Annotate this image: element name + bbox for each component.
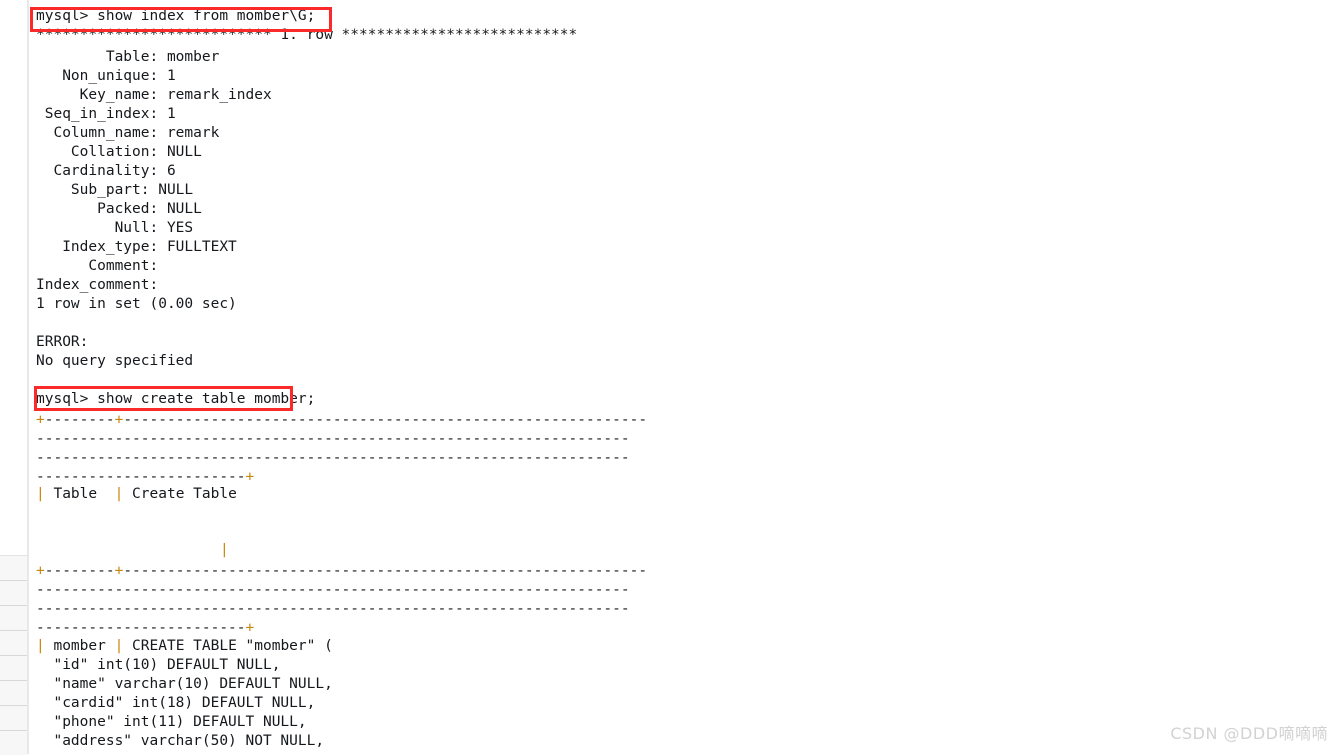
table-border-plus: +: [36, 563, 45, 579]
table-border-pipe: |: [36, 486, 45, 502]
field-column-name: Column_name: remark: [36, 125, 220, 141]
field-collation: Collation: NULL: [36, 144, 202, 160]
error-text: No query specified: [36, 353, 194, 369]
table-border-pipe: |: [114, 486, 124, 502]
field-index-type: Index_type: FULLTEXT: [36, 239, 237, 255]
table-border-pipe: |: [36, 638, 45, 654]
create-table-line-5: "address" varchar(50) NOT NULL,: [36, 733, 325, 749]
table-separator-top-segment-1: +--------+------------------------------…: [36, 412, 648, 428]
command-line-show-index[interactable]: mysql> show index from momber\G;: [36, 7, 315, 26]
command-line-show-create-table[interactable]: mysql> show create table momber;: [36, 390, 315, 409]
table-separator-bottom-segment-4: ------------------------+: [36, 620, 255, 636]
table-border-plus: +: [114, 412, 124, 428]
field-comment: Comment:: [36, 258, 159, 274]
csdn-watermark: CSDN @DDD嘀嘀嘀: [1170, 724, 1328, 743]
create-table-line-3: "cardid" int(18) DEFAULT NULL,: [36, 695, 316, 711]
row-banner: *************************** 1. row *****…: [36, 27, 578, 43]
table-border-pipe: |: [114, 638, 124, 654]
field-non-unique: Non_unique: 1: [36, 68, 176, 84]
field-seq-in-index: Seq_in_index: 1: [36, 106, 176, 122]
rows-in-set-status: 1 row in set (0.00 sec): [36, 296, 237, 312]
table-border-pipe: |: [220, 542, 229, 558]
table-separator-top-segment-3: ----------------------------------------…: [36, 450, 630, 466]
field-null: Null: YES: [36, 220, 194, 236]
table-header-row: | Table | Create Table: [36, 486, 237, 502]
field-key-name: Key_name: remark_index: [36, 87, 272, 103]
field-sub-part: Sub_part: NULL: [36, 182, 194, 198]
create-table-line-1: "id" int(10) DEFAULT NULL,: [36, 657, 281, 673]
field-table: Table: momber: [36, 49, 220, 65]
create-table-line-4: "phone" int(11) DEFAULT NULL,: [36, 714, 307, 730]
field-packed: Packed: NULL: [36, 201, 202, 217]
table-separator-top-segment-2: ----------------------------------------…: [36, 431, 630, 447]
table-border-plus: +: [245, 469, 255, 485]
table-border-plus: +: [114, 563, 124, 579]
table-border-plus: +: [36, 412, 45, 428]
terminal-console[interactable]: mysql> show index from momber\G; *******…: [0, 0, 1342, 754]
error-label: ERROR:: [36, 334, 89, 350]
field-index-comment: Index_comment:: [36, 277, 159, 293]
table-separator-bottom-segment-2: ----------------------------------------…: [36, 582, 630, 598]
table-header-trailing-pipe: |: [220, 541, 229, 560]
table-separator-bottom-segment-3: ----------------------------------------…: [36, 601, 630, 617]
create-table-line-2: "name" varchar(10) DEFAULT NULL,: [36, 676, 333, 692]
table-border-plus: +: [245, 620, 255, 636]
field-cardinality: Cardinality: 6: [36, 163, 176, 179]
table-separator-bottom-segment-1: +--------+------------------------------…: [36, 563, 648, 579]
create-table-line-0: | momber | CREATE TABLE "momber" (: [36, 638, 333, 654]
